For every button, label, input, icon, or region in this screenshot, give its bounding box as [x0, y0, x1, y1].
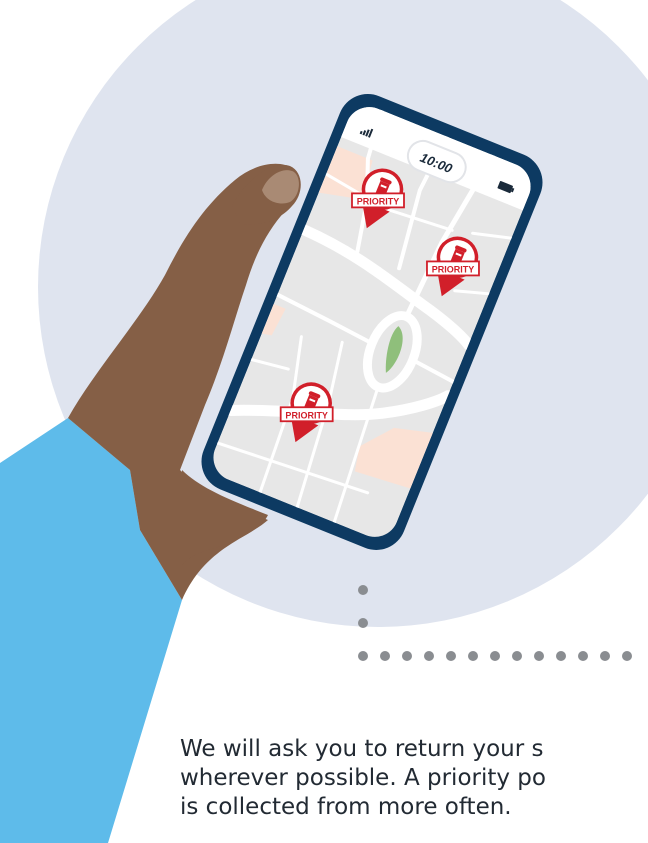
pin-label: PRIORITY	[432, 264, 475, 274]
caption-line-1: We will ask you to return your s	[180, 736, 544, 762]
pin-label: PRIORITY	[285, 410, 328, 420]
pin-label: PRIORITY	[357, 196, 400, 206]
caption-line-3: is collected from more often.	[180, 794, 512, 820]
illustration: 10:00 PRIORITY PRIORITY PRIORITY	[0, 0, 648, 843]
caption-line-2: wherever possible. A priority po	[180, 765, 546, 791]
caption: We will ask you to return your s whereve…	[180, 735, 648, 822]
